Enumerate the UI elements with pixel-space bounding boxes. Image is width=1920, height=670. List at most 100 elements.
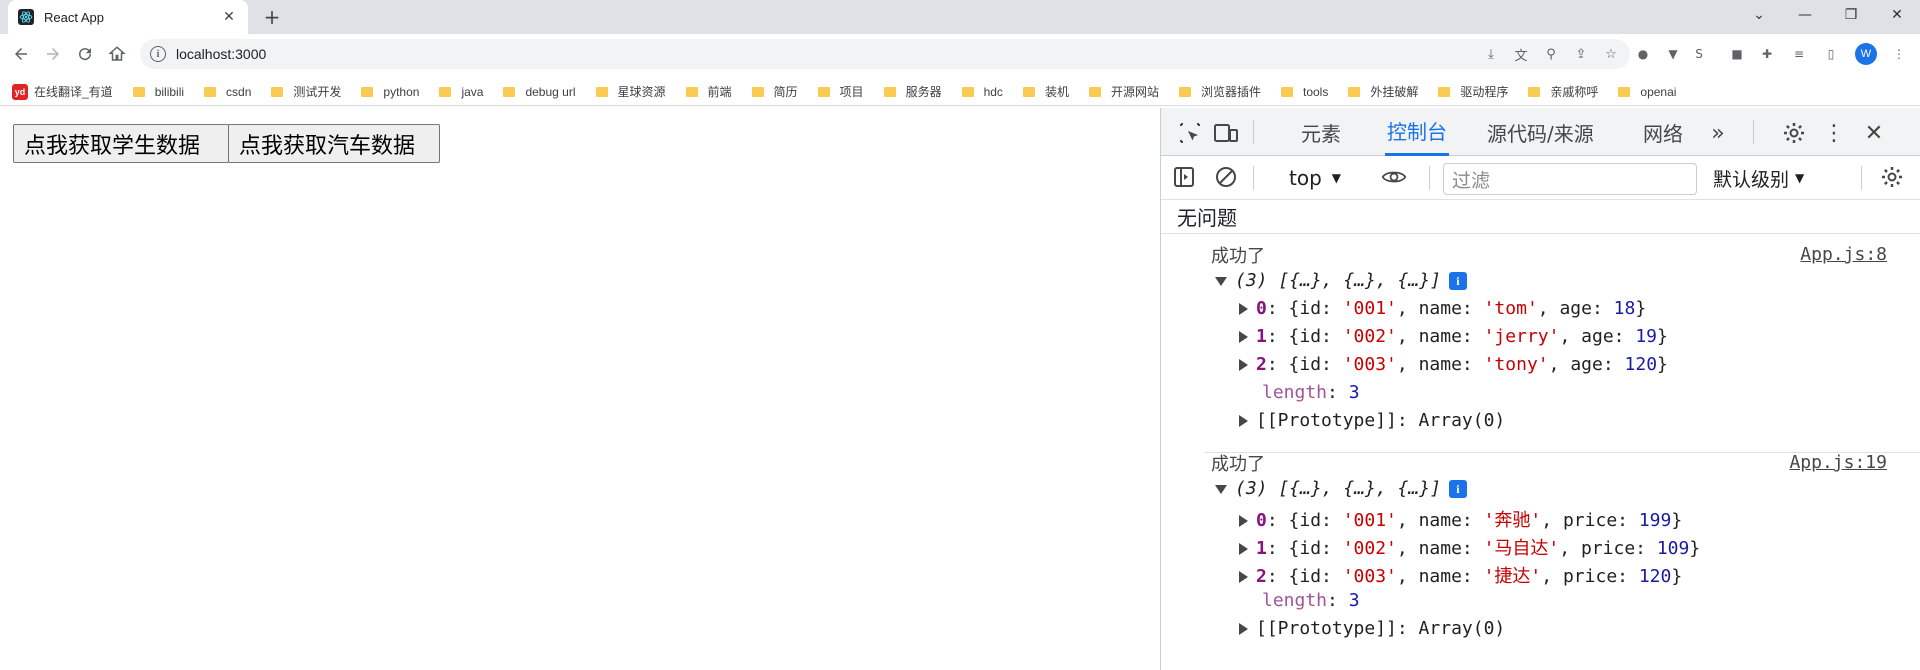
reload-icon[interactable] [72, 41, 98, 67]
bookmark-folder[interactable]: csdn [204, 85, 251, 99]
folder-icon [751, 86, 764, 97]
bookmark-folder[interactable]: 开源网站 [1088, 83, 1159, 100]
bookmark-folder[interactable]: 星球资源 [595, 83, 666, 100]
more-tabs-chevron-icon[interactable]: » [1705, 120, 1731, 146]
expand-triangle-icon[interactable] [1215, 484, 1227, 494]
collapse-triangle-icon[interactable] [1239, 515, 1248, 527]
tab-network[interactable]: 网络 [1643, 108, 1683, 156]
bookmark-folder[interactable]: 外挂破解 [1348, 83, 1418, 100]
collapse-triangle-icon[interactable] [1239, 623, 1248, 635]
bookmark-folder[interactable]: 项目 [817, 83, 864, 100]
bookmark-folder[interactable]: python [361, 85, 419, 99]
url-text[interactable]: localhost:3000 [176, 46, 266, 62]
id-value: '001' [1342, 510, 1397, 531]
side-panel-icon[interactable]: ▯ [1822, 45, 1840, 63]
bookmark-folder[interactable]: java [439, 85, 483, 99]
home-icon[interactable] [104, 41, 130, 67]
prototype-row[interactable]: [[Prototype]]: Array(0) [1239, 618, 1505, 639]
bookmark-star-icon[interactable]: ☆ [1602, 45, 1620, 63]
extension-se-icon[interactable]: S [1690, 45, 1708, 63]
bookmark-folder[interactable]: 前端 [685, 83, 732, 100]
array-summary[interactable]: (3) [{…}, {…}, {…}] i [1215, 478, 1467, 499]
log-source-link[interactable]: App.js:19 [1789, 452, 1887, 473]
issues-counter[interactable]: 无问题 [1161, 200, 1920, 234]
log-source-link[interactable]: App.js:8 [1800, 244, 1887, 265]
bookmark-folder[interactable]: bilibili [132, 85, 184, 99]
collapse-triangle-icon[interactable] [1239, 303, 1248, 315]
console-filter-input[interactable]: 过滤 [1443, 163, 1697, 195]
translate-icon[interactable]: 文 [1512, 45, 1530, 64]
site-info-icon[interactable]: i [150, 46, 166, 62]
tab-console[interactable]: 控制台 [1385, 108, 1449, 156]
sidebar-toggle-icon[interactable] [1171, 164, 1197, 190]
array-item-row[interactable]: 0: {id: '001', name: 'tom', age: 18} [1239, 298, 1646, 319]
array-item-row[interactable]: 1: {id: '002', name: 'jerry', age: 19} [1239, 326, 1668, 347]
device-toolbar-icon[interactable] [1213, 120, 1239, 146]
bookmark-folder[interactable]: openai [1618, 85, 1676, 99]
array-item-row[interactable]: 1: {id: '002', name: '马自达', price: 109} [1239, 534, 1700, 560]
extension-v-icon[interactable]: ▼ [1664, 45, 1682, 63]
bookmark-item[interactable]: yd 在线翻译_有道 [12, 83, 113, 100]
bookmark-folder[interactable]: 浏览器插件 [1178, 83, 1261, 100]
media-control-icon[interactable]: ≡ [1790, 45, 1808, 63]
settings-gear-icon[interactable] [1781, 120, 1807, 146]
collapse-triangle-icon[interactable] [1239, 331, 1248, 343]
collapse-triangle-icon[interactable] [1239, 359, 1248, 371]
tab-close-icon[interactable]: ✕ [220, 8, 238, 26]
bookmark-folder[interactable]: tools [1280, 85, 1328, 99]
log-level-selector[interactable]: 默认级别 ▼ [1713, 164, 1804, 192]
bookmark-folder[interactable]: 服务器 [883, 83, 942, 100]
folder-icon [1178, 86, 1191, 97]
extension-red-icon[interactable]: ■ [1728, 45, 1746, 63]
minimize-button[interactable]: — [1782, 0, 1828, 30]
get-cars-button[interactable]: 点我获取汽车数据 [228, 124, 440, 163]
forward-arrow-icon[interactable] [40, 41, 66, 67]
tab-sources[interactable]: 源代码/来源 [1487, 108, 1594, 156]
extensions-puzzle-icon[interactable]: ✚ [1758, 45, 1776, 63]
bookmark-folder[interactable]: 简历 [751, 83, 798, 100]
id-value: '001' [1342, 298, 1397, 319]
bookmark-folder[interactable]: 驱动程序 [1438, 83, 1508, 100]
browser-tab[interactable]: React App ✕ [8, 0, 248, 34]
extension-globe-icon[interactable]: ● [1634, 45, 1652, 63]
clear-console-icon[interactable] [1213, 164, 1239, 190]
close-devtools-icon[interactable]: ✕ [1861, 120, 1887, 146]
profile-avatar[interactable]: W [1855, 43, 1877, 65]
bookmark-folder[interactable]: hdc [961, 85, 1003, 99]
restore-button[interactable]: ❐ [1828, 0, 1874, 30]
bookmark-folder[interactable]: debug url [503, 85, 576, 99]
folder-icon [595, 86, 608, 97]
new-tab-button[interactable]: + [260, 5, 284, 29]
live-expression-eye-icon[interactable] [1381, 164, 1407, 190]
collapse-triangle-icon[interactable] [1239, 571, 1248, 583]
bookmark-folder[interactable]: 亲戚称呼 [1528, 83, 1598, 100]
prototype-text: [[Prototype]]: Array(0) [1256, 618, 1506, 639]
close-window-button[interactable]: ✕ [1874, 0, 1920, 30]
address-bar[interactable]: i localhost:3000 ⤓ 文 ⚲ ⇪ ☆ [140, 39, 1630, 69]
array-item-row[interactable]: 2: {id: '003', name: 'tony', age: 120} [1239, 354, 1668, 375]
array-item-row[interactable]: 2: {id: '003', name: '捷达', price: 120} [1239, 562, 1682, 588]
console-settings-gear-icon[interactable] [1879, 164, 1905, 190]
customize-menu-kebab-icon[interactable]: ⋮ [1821, 120, 1847, 146]
get-students-button[interactable]: 点我获取学生数据 [13, 124, 229, 163]
prop-value: 120 [1624, 354, 1658, 375]
collapse-triangle-icon[interactable] [1239, 415, 1248, 427]
inspect-element-icon[interactable] [1177, 120, 1203, 146]
array-summary[interactable]: (3) [{…}, {…}, {…}] i [1215, 270, 1467, 291]
install-app-icon[interactable]: ⤓ [1482, 45, 1500, 63]
zoom-icon[interactable]: ⚲ [1542, 45, 1560, 63]
prototype-row[interactable]: [[Prototype]]: Array(0) [1239, 410, 1505, 431]
tab-search-icon[interactable]: ⌄ [1736, 0, 1782, 30]
collapse-triangle-icon[interactable] [1239, 543, 1248, 555]
prop-key: price [1562, 566, 1618, 587]
log-level-label: 默认级别 [1713, 168, 1790, 191]
back-arrow-icon[interactable] [8, 41, 34, 67]
share-icon[interactable]: ⇪ [1572, 45, 1590, 63]
array-item-row[interactable]: 0: {id: '001', name: '奔驰', price: 199} [1239, 506, 1682, 532]
expand-triangle-icon[interactable] [1215, 276, 1227, 286]
tab-elements[interactable]: 元素 [1301, 108, 1341, 156]
bookmark-folder[interactable]: 测试开发 [271, 83, 341, 100]
bookmark-folder[interactable]: 装机 [1022, 83, 1069, 100]
menu-kebab-icon[interactable]: ⋮ [1890, 45, 1908, 63]
context-selector[interactable]: top ▼ [1289, 164, 1341, 192]
